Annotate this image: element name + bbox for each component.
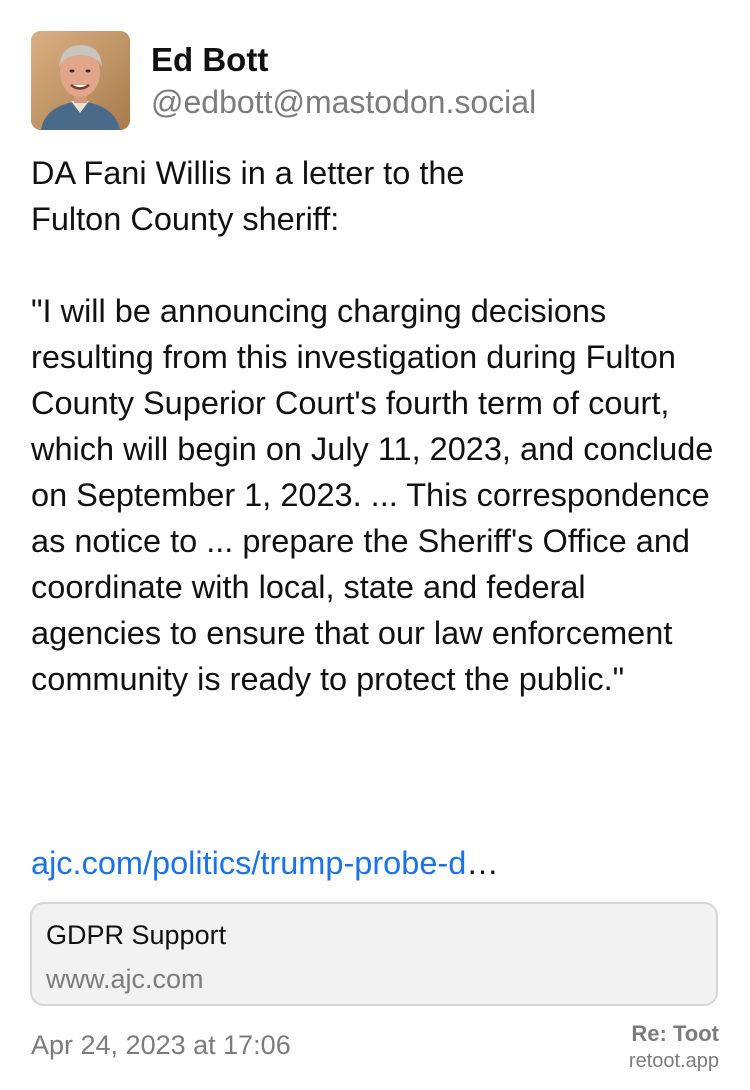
user-avatar-icon (31, 31, 130, 130)
brand-name: Re: Toot (631, 1021, 719, 1046)
post-paragraph: DA Fani Willis in a letter to the Fulton… (31, 155, 465, 237)
post-link[interactable]: ajc.com/politics/trump-probe-d… (31, 840, 499, 886)
author-display-name[interactable]: Ed Bott (151, 40, 268, 80)
link-preview-card[interactable]: GDPR Support www.ajc.com (30, 902, 718, 1006)
app-branding: Re: Toot retoot.app (629, 1020, 719, 1074)
toot-post: Ed Bott @edbott@mastodon.social DA Fani … (0, 0, 750, 1090)
avatar[interactable] (31, 31, 130, 130)
post-paragraph: "I will be announcing charging decisions… (31, 293, 714, 697)
link-card-domain: www.ajc.com (46, 964, 204, 994)
author-handle[interactable]: @edbott@mastodon.social (151, 82, 536, 122)
link-card-title: GDPR Support (46, 920, 227, 950)
post-timestamp: Apr 24, 2023 at 17:06 (31, 1030, 291, 1060)
post-link-text: ajc.com/politics/trump-probe-d (31, 845, 467, 881)
brand-site: retoot.app (628, 1050, 719, 1072)
post-content: DA Fani Willis in a letter to the Fulton… (31, 150, 721, 702)
post-link-ellipsis: … (466, 845, 499, 881)
